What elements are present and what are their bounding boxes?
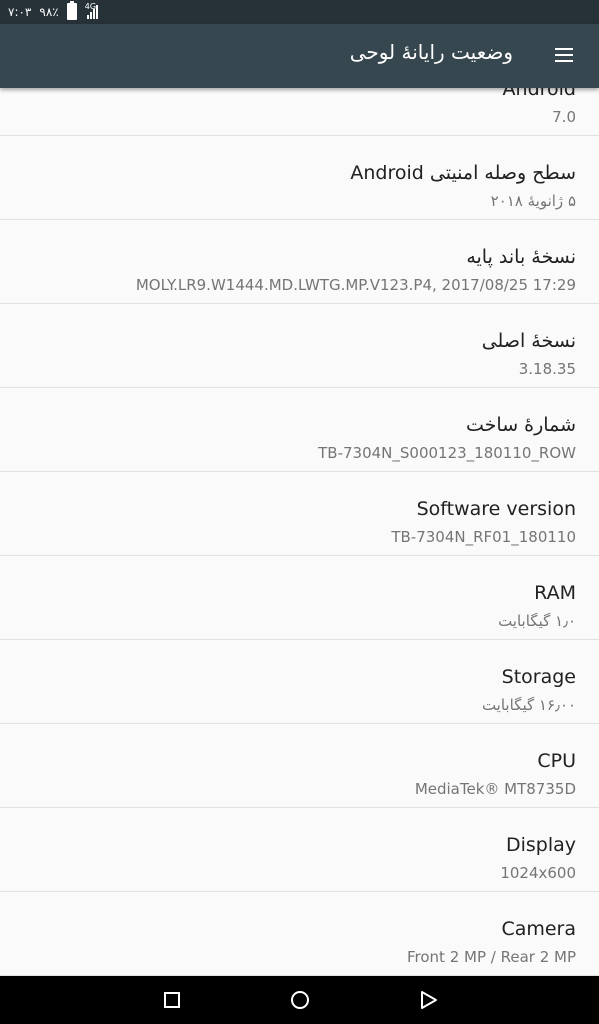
item-summary: TB-7304N_RF01_180110 <box>391 528 576 546</box>
list-item-baseband[interactable]: نسخهٔ باند پایه MOLY.LR9.W1444.MD.LWTG.M… <box>0 220 599 304</box>
item-title: نسخهٔ باند پایه <box>466 246 576 268</box>
status-time: ۷:۰۳ <box>8 4 32 19</box>
list-item-storage[interactable]: Storage ۱۶٫۰۰ گیگابایت <box>0 640 599 724</box>
item-summary: MediaTek® MT8735D <box>414 780 576 798</box>
item-title: سطح وصله امنیتی Android <box>350 162 576 184</box>
item-summary: 1024x600 <box>500 864 576 882</box>
app-bar: وضعیت رایانهٔ لوحی <box>0 24 599 88</box>
list-item-cpu[interactable]: CPU MediaTek® MT8735D <box>0 724 599 808</box>
list-item-kernel[interactable]: نسخهٔ اصلی 3.18.35 <box>0 304 599 388</box>
item-summary: TB-7304N_S000123_180110_ROW <box>318 444 576 462</box>
item-title: Camera <box>501 918 576 940</box>
item-title: Display <box>505 834 576 856</box>
list-item-ram[interactable]: RAM ۱٫۰ گیگابایت <box>0 556 599 640</box>
item-title: Storage <box>501 666 576 688</box>
battery-percent: ۹۸٪ <box>39 4 59 19</box>
battery-icon <box>66 1 77 20</box>
item-summary: ۵ ژانویهٔ ۲۰۱۸ <box>490 192 576 210</box>
item-summary: ۱۶٫۰۰ گیگابایت <box>481 696 576 714</box>
status-info-list-inner: Android 7.0 سطح وصله امنیتی Android ۵ ژا… <box>0 88 599 976</box>
list-item-security-patch[interactable]: سطح وصله امنیتی Android ۵ ژانویهٔ ۲۰۱۸ <box>0 136 599 220</box>
item-summary: MOLY.LR9.W1444.MD.LWTG.MP.V123.P4, 2017/… <box>135 276 576 294</box>
list-item-display[interactable]: Display 1024x600 <box>0 808 599 892</box>
list-item-android-version[interactable]: Android 7.0 <box>0 88 599 136</box>
status-bar: ۷:۰۳ ۹۸٪ 4G <box>0 0 599 24</box>
network-type: 4G <box>84 1 97 11</box>
back-triangle-icon[interactable] <box>416 988 440 1012</box>
item-title: نسخهٔ اصلی <box>481 330 576 352</box>
item-title: CPU <box>537 750 576 772</box>
status-bar-left: ۷:۰۳ ۹۸٪ 4G <box>8 1 98 20</box>
navigation-bar <box>0 976 599 1024</box>
item-summary: ۱٫۰ گیگابایت <box>498 612 576 630</box>
signal-icon: 4G <box>84 1 98 19</box>
item-title: RAM <box>534 582 576 604</box>
home-circle-icon[interactable] <box>288 988 312 1012</box>
item-title: شمارهٔ ساخت <box>466 414 576 436</box>
page-title: وضعیت رایانهٔ لوحی <box>349 40 513 64</box>
hamburger-menu-icon[interactable] <box>555 48 573 62</box>
list-item-build-number[interactable]: شمارهٔ ساخت TB-7304N_S000123_180110_ROW <box>0 388 599 472</box>
item-title: Android <box>502 88 576 100</box>
list-item-software-version[interactable]: Software version TB-7304N_RF01_180110 <box>0 472 599 556</box>
list-item-camera[interactable]: Camera Front 2 MP / Rear 2 MP <box>0 892 599 976</box>
item-title: Software version <box>416 498 576 520</box>
item-summary: 3.18.35 <box>518 360 576 378</box>
item-summary: 7.0 <box>552 108 576 126</box>
status-info-list[interactable]: Android 7.0 سطح وصله امنیتی Android ۵ ژا… <box>0 88 599 976</box>
item-summary: Front 2 MP / Rear 2 MP <box>407 948 576 966</box>
recents-square-icon[interactable] <box>160 988 184 1012</box>
